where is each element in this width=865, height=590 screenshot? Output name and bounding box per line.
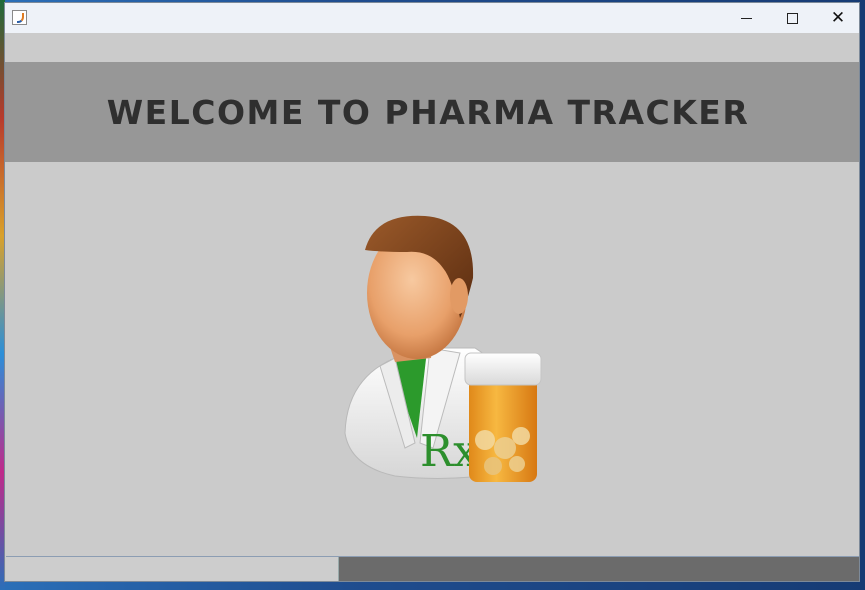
- pharmacist-rx-icon: Rx: [344, 215, 542, 482]
- minimize-icon: [740, 17, 752, 19]
- progress-fill: [6, 557, 340, 581]
- welcome-heading: WELCOME TO PHARMA TRACKER: [106, 92, 750, 132]
- maximize-button[interactable]: [769, 3, 815, 33]
- close-button[interactable]: ✕: [815, 3, 859, 33]
- close-icon: ✕: [830, 7, 846, 28]
- title-bar[interactable]: ✕: [5, 3, 859, 33]
- java-app-icon[interactable]: [12, 10, 27, 25]
- welcome-banner: WELCOME TO PHARMA TRACKER: [5, 62, 859, 162]
- maximize-icon: [786, 12, 798, 24]
- minimize-button[interactable]: [723, 3, 769, 33]
- app-window: ✕ WELCOME TO PHARMA TRACKER Rx: [4, 2, 860, 582]
- loading-progress-bar: [6, 556, 859, 581]
